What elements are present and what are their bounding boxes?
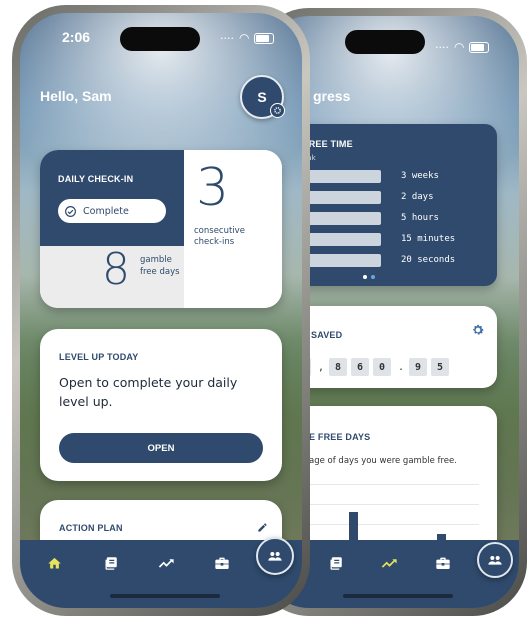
complete-label: Complete [83,205,129,217]
people-icon [268,552,282,561]
people-icon [488,556,502,565]
status-time: 2:06 [62,29,91,45]
page-dots[interactable] [363,275,375,279]
saved-digit: 0 [373,358,391,376]
front-screen: 2:06 ···· ◠ Hello, Sam S DAILY CHECK-IN … [20,13,302,608]
avatar-initial: S [257,89,267,105]
level-up-title: LEVEL UP TODAY [59,352,139,362]
free-days-description: age of days you were gamble free. [309,456,457,466]
toolbox-icon[interactable] [433,554,453,572]
edit-icon[interactable] [257,518,268,537]
checkin-panel: DAILY CHECK-IN Complete [40,150,184,246]
journal-icon[interactable] [325,554,345,572]
dynamic-island [120,27,200,51]
community-button[interactable] [256,537,294,575]
dynamic-island [345,30,425,54]
community-button[interactable] [477,542,513,578]
battery-icon [254,32,275,44]
home-indicator [110,594,220,598]
page-title: gress [313,88,351,104]
free-days-panel: 8 gamble free days [40,244,184,308]
streak-caption: consecutive check-ins [194,226,245,247]
toolbox-icon[interactable] [212,554,232,572]
saved-digit: 8 [329,358,347,376]
journal-icon[interactable] [100,554,120,572]
open-button[interactable]: OPEN [59,433,263,463]
level-up-text: Open to complete your daily level up. [59,375,238,409]
saved-digit: 5 [431,358,449,376]
status-icons: ···· ◠ [220,31,275,45]
greeting: Hello, Sam [40,88,112,104]
saved-counter: 86095,. [293,358,473,376]
streak-panel: 3 consecutive check-ins [184,150,282,308]
complete-button[interactable]: Complete [58,199,166,223]
free-time-label: 5 hours [401,213,439,223]
home-icon[interactable] [44,554,64,572]
signal-icon: ···· [435,40,449,54]
free-time-title: FREE TIME [303,139,353,149]
progress-icon[interactable] [379,554,399,572]
saved-separator: . [398,362,405,373]
free-time-label: 3 weeks [401,171,439,181]
saved-digit: 6 [351,358,369,376]
battery-icon [469,41,490,53]
gear-icon[interactable] [471,322,485,336]
progress-icon[interactable] [156,554,176,572]
free-days-title: E FREE DAYS [309,432,371,442]
open-label: OPEN [147,442,175,454]
streak-number: 3 [196,158,230,218]
level-up-card: LEVEL UP TODAY Open to complete your dai… [40,329,282,481]
checkin-title: DAILY CHECK-IN [58,174,134,184]
settings-badge-icon[interactable] [270,103,285,118]
free-days-caption: gamble free days [140,255,180,277]
wifi-icon: ◠ [454,40,465,54]
wifi-icon: ◠ [239,31,250,45]
front-phone: 2:06 ···· ◠ Hello, Sam S DAILY CHECK-IN … [12,5,310,616]
free-time-label: 2 days [401,192,434,202]
check-circle-icon [65,205,76,217]
saved-separator: , [318,362,325,373]
free-time-label: 15 minutes [401,234,456,244]
saved-title: SAVED [311,330,343,340]
saved-digit: 9 [409,358,427,376]
signal-icon: ···· [220,31,234,45]
action-plan-title: ACTION PLAN [59,523,123,533]
free-days-number: 8 [102,244,130,295]
free-time-label: 20 seconds [401,255,456,265]
home-indicator [343,594,453,598]
daily-checkin-card: DAILY CHECK-IN Complete 3 consecutive ch… [40,150,282,308]
avatar[interactable]: S [240,75,285,119]
status-icons: ···· ◠ [435,40,490,54]
